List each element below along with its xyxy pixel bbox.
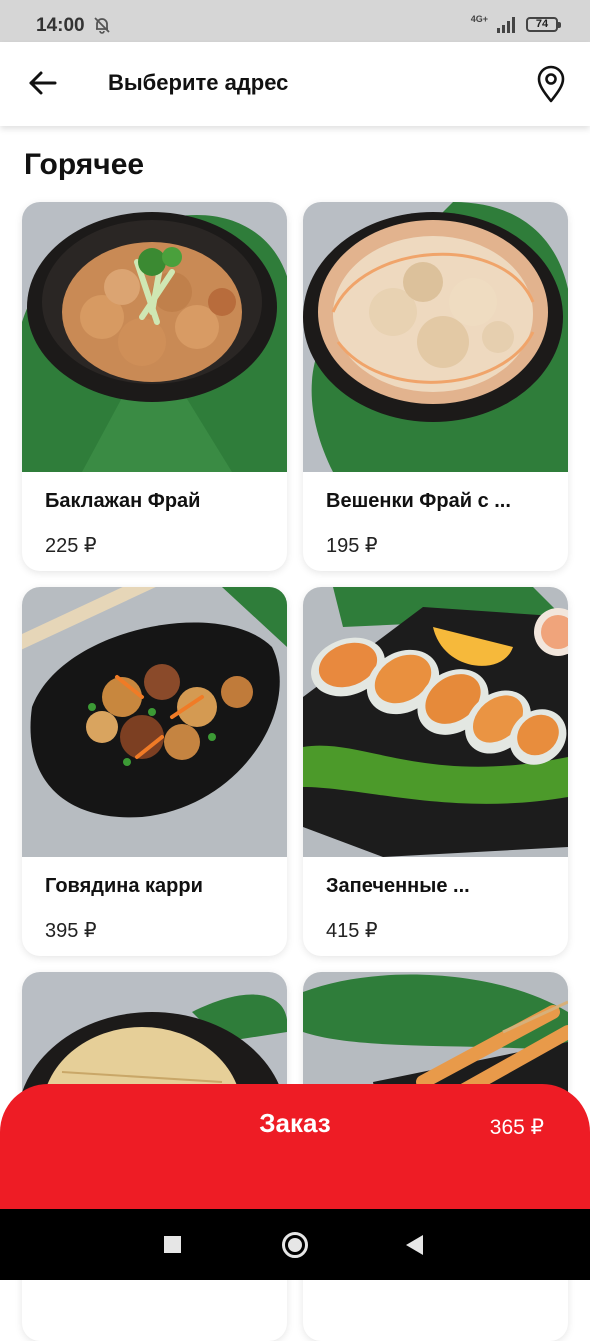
product-card[interactable]: Запеченные ... 415 ₽ [303, 587, 568, 956]
arrow-left-icon [29, 71, 57, 95]
system-nav-bar [0, 1209, 590, 1280]
home-button[interactable] [282, 1232, 308, 1258]
recent-apps-button[interactable] [164, 1236, 181, 1253]
back-button[interactable] [26, 66, 60, 100]
order-total: 365 ₽ [489, 1116, 544, 1139]
product-card[interactable]: Вешенки Фрай с ... 195 ₽ [303, 202, 568, 571]
battery-icon: 74 [526, 16, 561, 32]
product-name: Запеченные ... [326, 875, 470, 897]
product-price: 415 ₽ [326, 920, 378, 942]
product-name: Говядина карри [45, 875, 203, 897]
product-price: 395 ₽ [45, 920, 97, 942]
product-image [22, 202, 287, 472]
do-not-disturb-icon [94, 17, 110, 34]
product-name: Вешенки Фрай с ... [326, 490, 511, 512]
status-bar: 14:00 4G+ 74 [0, 0, 590, 42]
product-name: Баклажан Фрай [45, 490, 201, 512]
product-price: 225 ₽ [45, 535, 97, 557]
section-title: Горячее [24, 148, 145, 181]
system-back-button[interactable] [406, 1235, 423, 1255]
product-image [22, 587, 287, 857]
network-type: 4G+ [470, 13, 488, 24]
product-price: 195 ₽ [326, 535, 378, 557]
address-selector[interactable]: Выберите адрес [108, 70, 288, 96]
map-pin-icon[interactable] [534, 64, 568, 104]
product-card[interactable]: Баклажан Фрай 225 ₽ [22, 202, 287, 571]
order-button[interactable]: Заказ 365 ₽ [0, 1084, 590, 1214]
signal-icon [497, 17, 515, 33]
product-image [303, 202, 568, 472]
product-card[interactable]: Говядина карри 395 ₽ [22, 587, 287, 956]
app-bar: Выберите адрес [0, 42, 590, 126]
status-time: 14:00 [36, 15, 85, 36]
product-image [303, 587, 568, 857]
